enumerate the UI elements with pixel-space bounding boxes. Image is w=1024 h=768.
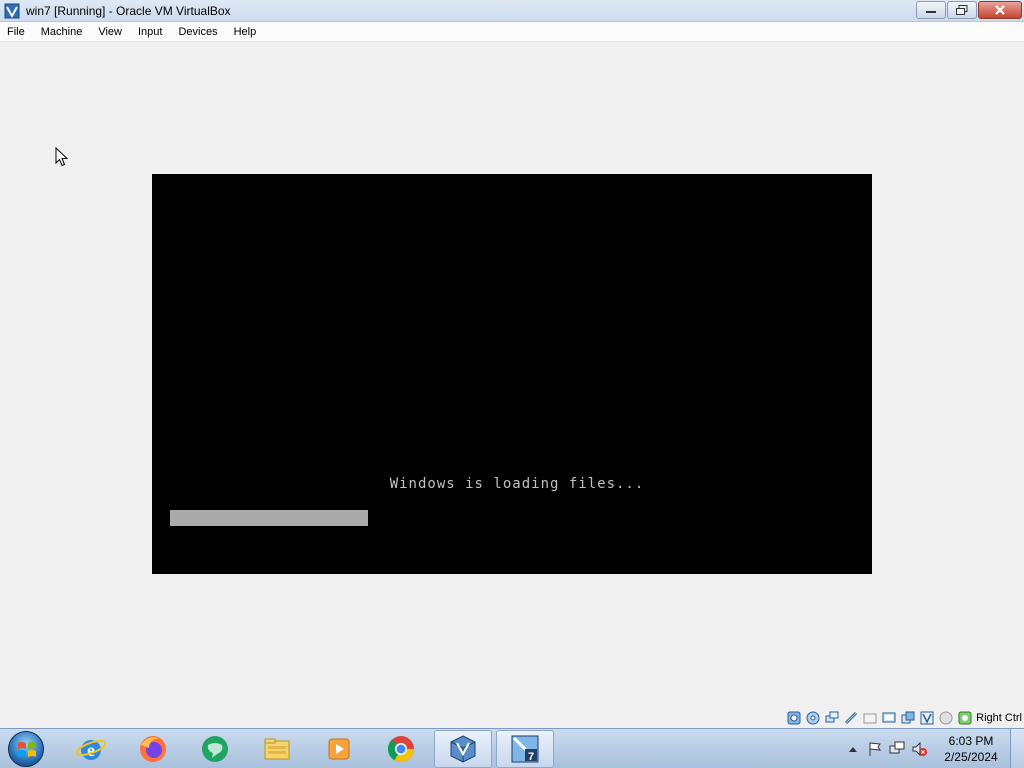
chat-app-icon	[202, 735, 228, 762]
chrome-icon	[387, 735, 415, 762]
action-center-flag-icon[interactable]	[864, 729, 886, 768]
file-explorer-icon	[264, 738, 290, 759]
clock-date: 2/25/2024	[944, 750, 998, 764]
internet-explorer-icon: e	[75, 739, 107, 760]
window-title: win7 [Running] - Oracle VM VirtualBox	[26, 3, 231, 18]
restore-icon	[956, 5, 968, 15]
start-button[interactable]	[4, 729, 48, 768]
taskbar-chat-app[interactable]	[186, 730, 244, 768]
host-key-label: Right Ctrl	[976, 712, 1022, 724]
taskbar: e 7 6:03 PM 2/25/2024	[0, 728, 1024, 768]
windows-start-icon	[8, 730, 44, 767]
close-icon	[995, 5, 1005, 15]
arrow-cursor-icon	[55, 146, 69, 167]
keyboard-icon[interactable]	[957, 710, 973, 726]
shared-folders-icon[interactable]	[862, 710, 878, 726]
clock-time: 6:03 PM	[948, 734, 994, 748]
show-desktop-button[interactable]	[1010, 729, 1024, 768]
firefox-icon	[140, 735, 166, 762]
vm-display-area[interactable]: Windows is loading files...	[0, 42, 1024, 708]
minimize-icon	[926, 11, 936, 13]
menu-devices[interactable]: Devices	[170, 22, 225, 42]
menu-input[interactable]: Input	[130, 22, 170, 42]
menu-view[interactable]: View	[90, 22, 130, 42]
boot-progress-bar	[170, 510, 854, 526]
system-tray: 6:03 PM 2/25/2024	[842, 729, 1024, 768]
minimize-button[interactable]	[916, 1, 946, 19]
network-tray-icon[interactable]	[886, 729, 908, 768]
virtualbox-app-icon[interactable]	[4, 3, 20, 19]
display-icon[interactable]	[881, 710, 897, 726]
optical-drive-icon[interactable]	[805, 710, 821, 726]
virtualization-icon[interactable]	[919, 710, 935, 726]
close-button[interactable]	[978, 1, 1022, 19]
taskbar-virtualbox[interactable]	[434, 729, 492, 768]
usb-icon[interactable]	[843, 710, 859, 726]
hard-disk-icon[interactable]	[786, 710, 802, 726]
vm-status-bar: Right Ctrl	[0, 708, 1024, 728]
taskbar-internet-explorer[interactable]: e	[62, 730, 120, 768]
virtualbox-vm-win7-icon: 7	[511, 735, 539, 763]
clock[interactable]: 6:03 PM 2/25/2024	[934, 733, 1008, 765]
media-player-icon	[328, 738, 350, 759]
svg-text:7: 7	[528, 751, 534, 763]
network-icon[interactable]	[824, 710, 840, 726]
boot-progress-fill	[170, 510, 369, 526]
show-hidden-icons-arrow[interactable]	[842, 729, 864, 768]
boot-message: Windows is loading files...	[389, 476, 645, 492]
taskbar-vm-win7[interactable]: 7	[496, 729, 554, 768]
taskbar-file-explorer[interactable]	[248, 730, 306, 768]
taskbar-firefox[interactable]	[124, 730, 182, 768]
taskbar-media-player[interactable]	[310, 730, 368, 768]
virtualbox-icon	[450, 734, 476, 763]
window-controls	[916, 1, 1022, 19]
restore-button[interactable]	[947, 1, 977, 19]
video-capture-icon[interactable]	[900, 710, 916, 726]
menu-help[interactable]: Help	[226, 22, 265, 42]
menu-bar: File Machine View Input Devices Help	[0, 22, 1024, 42]
menu-file[interactable]: File	[0, 22, 33, 42]
taskbar-chrome[interactable]	[372, 730, 430, 768]
menu-machine[interactable]: Machine	[33, 22, 91, 42]
title-bar[interactable]: win7 [Running] - Oracle VM VirtualBox	[0, 0, 1024, 22]
volume-muted-icon[interactable]	[908, 729, 930, 768]
vm-screen[interactable]: Windows is loading files...	[152, 174, 872, 574]
mouse-integration-icon[interactable]	[938, 710, 954, 726]
